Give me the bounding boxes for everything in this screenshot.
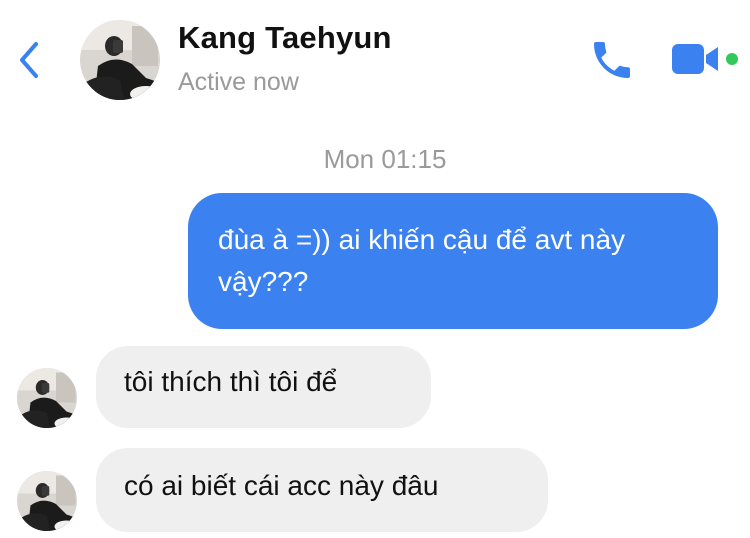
audio-call-button[interactable]: [588, 36, 636, 84]
contact-name[interactable]: Kang Taehyun: [178, 20, 392, 56]
outgoing-message-bubble[interactable]: đùa à =)) ai khiến cậu để avt này vậy???: [188, 193, 718, 329]
chat-screen: Kang Taehyun Active now Mon 01:15 đùa à …: [0, 0, 750, 538]
avatar-photo: [17, 471, 77, 531]
chevron-left-icon: [20, 42, 38, 78]
video-camera-icon: [672, 44, 738, 74]
incoming-message-bubble[interactable]: có ai biết cái acc này đâu: [96, 448, 548, 532]
avatar-photo: [17, 368, 77, 428]
video-call-button[interactable]: [670, 40, 742, 80]
active-dot-icon: [726, 53, 738, 65]
avatar-photo: [80, 20, 160, 100]
sender-avatar[interactable]: [17, 471, 77, 531]
sender-avatar[interactable]: [17, 368, 77, 428]
phone-icon: [594, 42, 630, 78]
contact-avatar[interactable]: [80, 20, 160, 100]
message-timestamp: Mon 01:15: [323, 144, 447, 174]
incoming-message-bubble[interactable]: tôi thích thì tôi để: [96, 346, 431, 428]
chat-header: Kang Taehyun Active now: [0, 0, 750, 118]
back-button[interactable]: [14, 40, 46, 80]
active-status: Active now: [178, 68, 299, 96]
